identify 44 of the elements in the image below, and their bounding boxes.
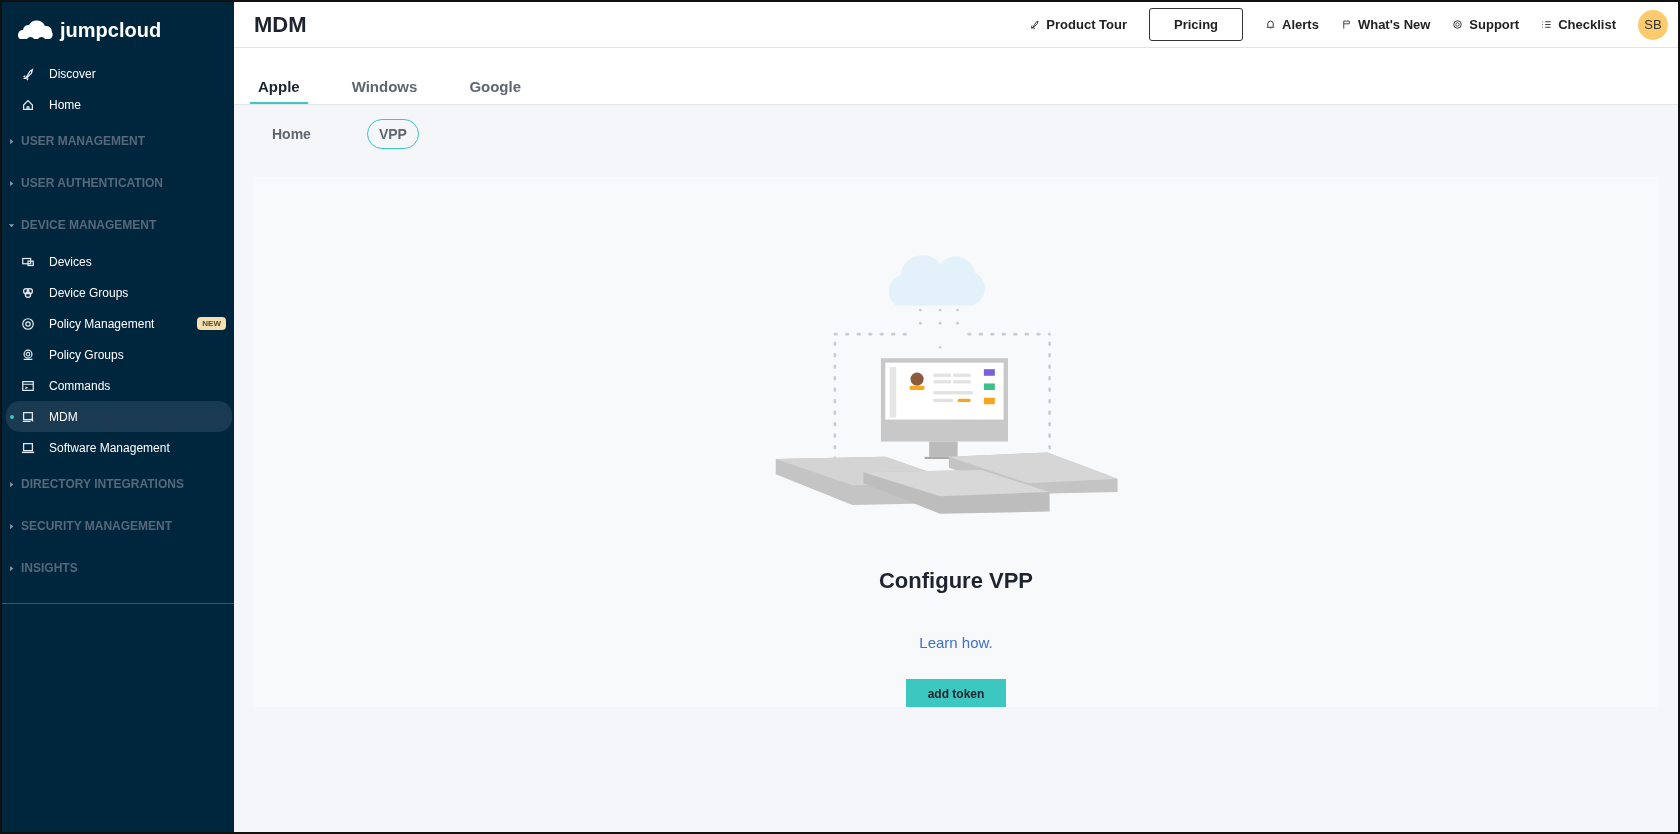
header-link[interactable]: Support	[1452, 17, 1520, 32]
logo-text: jumpcloud	[60, 18, 162, 42]
add-token-button[interactable]: add token	[906, 679, 1006, 707]
nav-item[interactable]: MDM	[6, 401, 232, 432]
pricing-button[interactable]: Pricing	[1149, 8, 1244, 41]
avatar[interactable]: SB	[1638, 9, 1668, 40]
nav-item[interactable]: Device Groups	[6, 277, 232, 308]
target-icon	[21, 316, 35, 331]
support-icon	[1452, 19, 1464, 30]
nav-item[interactable]: Policy Groups	[6, 339, 232, 370]
terminal-icon	[21, 378, 35, 393]
header-link[interactable]: Alerts	[1265, 17, 1319, 32]
caret-icon	[8, 564, 15, 572]
nav-item[interactable]: Devices	[6, 246, 232, 277]
header-link[interactable]: Checklist	[1541, 17, 1616, 32]
laptop-icon	[21, 440, 35, 455]
cloud-logo-icon	[16, 20, 56, 40]
tab[interactable]: Google	[461, 78, 530, 104]
checklist-icon	[1541, 19, 1553, 30]
caret-icon	[8, 522, 15, 530]
nav-item[interactable]: Home	[6, 89, 232, 120]
caret-icon	[8, 137, 15, 145]
nav-item[interactable]: Policy Management NEW	[6, 308, 232, 339]
monitor-icon	[21, 409, 35, 424]
header-link[interactable]: Product Tour	[1029, 17, 1127, 32]
nav-item[interactable]: Software Management	[6, 432, 232, 463]
tab[interactable]: Apple	[250, 78, 308, 104]
caret-icon	[8, 480, 15, 488]
nav-item[interactable]: Discover	[6, 58, 232, 89]
caret-icon	[8, 221, 15, 229]
learn-how-link[interactable]: Learn how.	[919, 634, 993, 651]
flag-icon	[1340, 19, 1352, 30]
active-dot-icon	[10, 414, 14, 419]
tab[interactable]: Windows	[343, 78, 426, 104]
nav-item[interactable]: Commands	[6, 370, 232, 401]
panel-heading: Configure VPP	[879, 568, 1033, 594]
new-badge: NEW	[197, 317, 226, 330]
page-title: MDM	[254, 11, 307, 38]
bell-icon	[1265, 19, 1277, 30]
header-link[interactable]: What's New	[1340, 17, 1431, 32]
home-icon	[21, 97, 35, 112]
caret-icon	[8, 179, 15, 187]
subtab[interactable]: Home	[260, 119, 323, 149]
circles-icon	[21, 285, 35, 300]
